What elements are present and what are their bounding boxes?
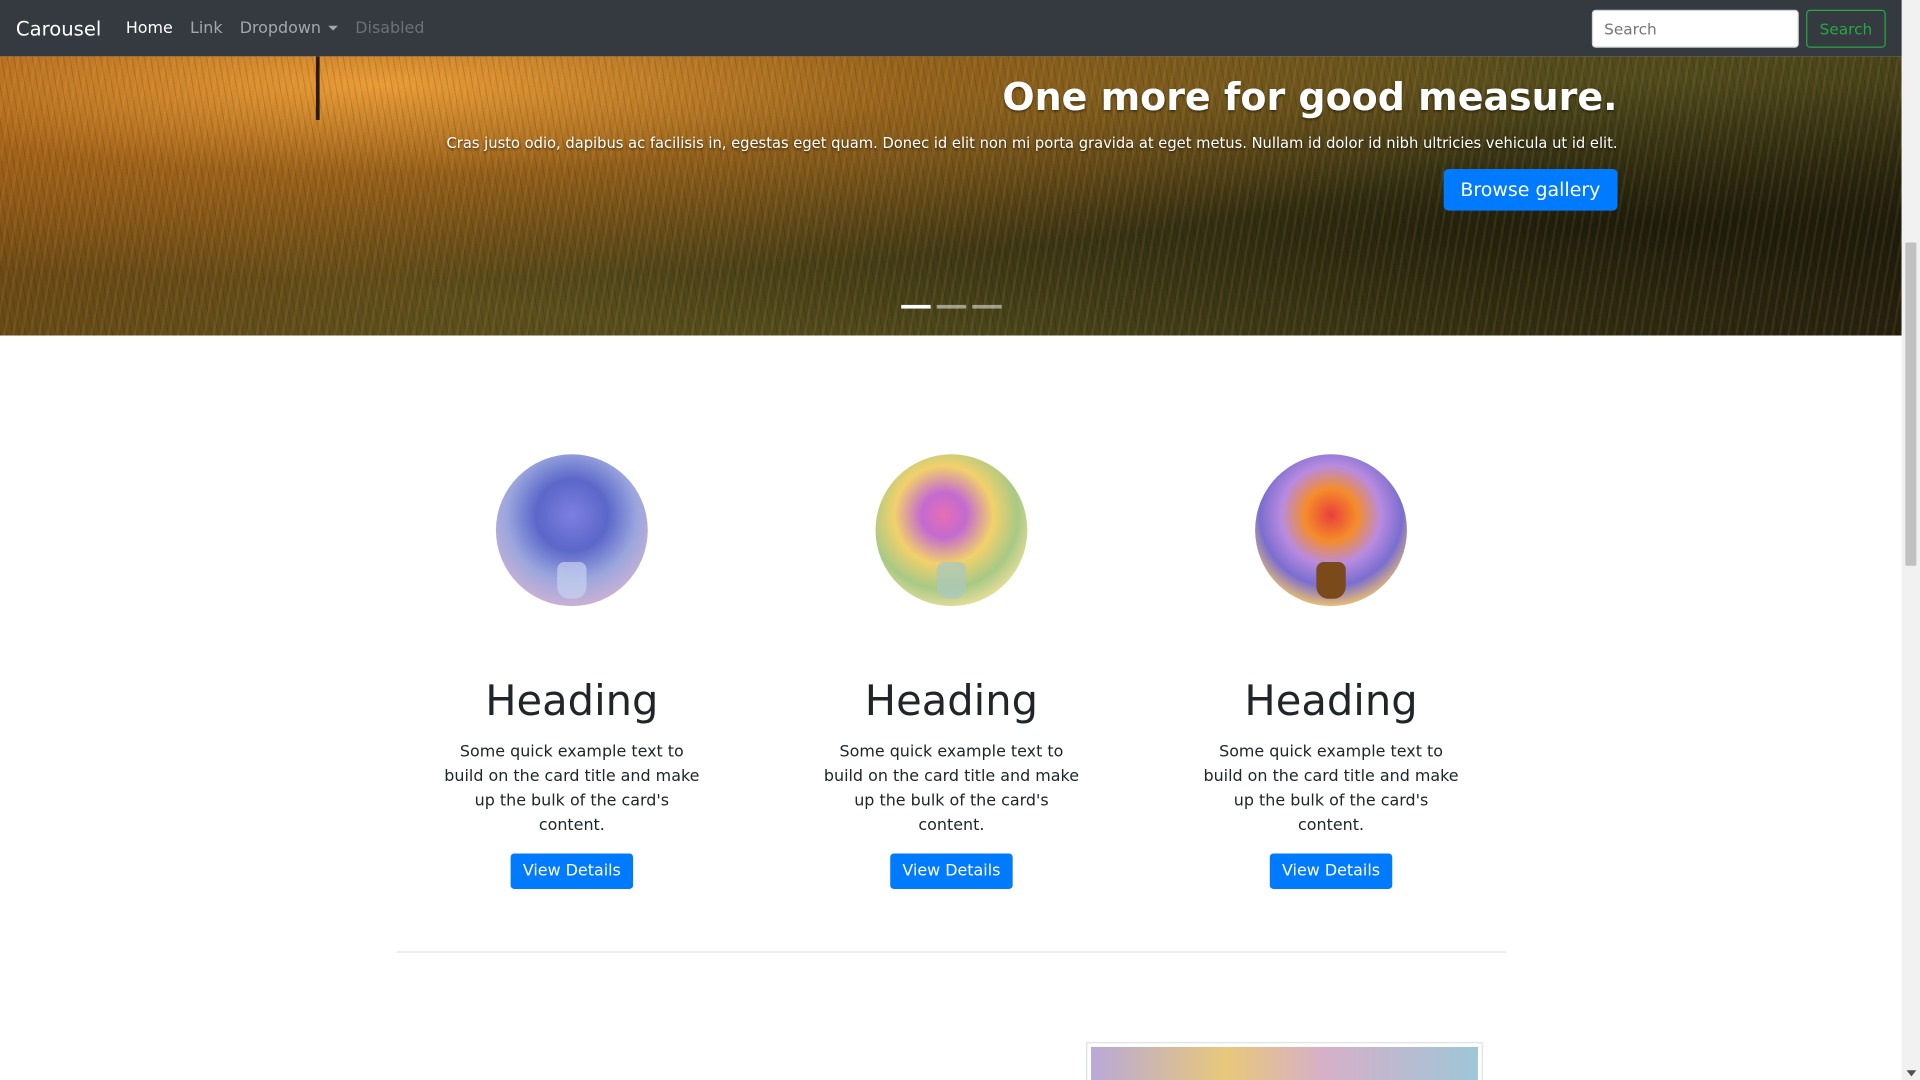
marketing-columns: Heading Some quick example text to build…	[382, 454, 1521, 889]
featurette-divider	[396, 951, 1507, 953]
vase-shape	[1316, 562, 1346, 599]
view-details-button[interactable]: View Details	[890, 853, 1013, 889]
carousel-indicator-3[interactable]	[972, 304, 1002, 309]
vase-shape	[936, 562, 967, 599]
flower-image	[875, 454, 1028, 607]
flower-image	[495, 454, 648, 607]
carousel-text: Cras justo odio, dapibus ac facilisis in…	[446, 134, 1618, 152]
column-text: Some quick example text to build on the …	[1203, 743, 1459, 836]
scroll-down-arrow-icon[interactable]	[1906, 1070, 1917, 1077]
painting-image	[1091, 1046, 1478, 1080]
nav-dropdown-label: Dropdown	[239, 18, 321, 38]
navbar: Carousel Home Link Dropdown Disabled Sea…	[0, 0, 1902, 57]
vase-shape	[557, 562, 587, 599]
search-form: Search	[1591, 9, 1886, 48]
browse-gallery-button[interactable]: Browse gallery	[1443, 168, 1618, 211]
page: Carousel Home Link Dropdown Disabled Sea…	[0, 0, 1920, 1080]
scrollbar-thumb[interactable]	[1905, 242, 1917, 566]
flower-image	[1255, 454, 1407, 607]
carousel: One more for good measure. Cras justo od…	[0, 56, 1902, 336]
column-heading: Heading	[485, 677, 659, 727]
nav-link-link[interactable]: Link	[190, 19, 223, 37]
carousel-caption: One more for good measure. Cras justo od…	[442, 76, 1618, 211]
carousel-indicator-1[interactable]	[901, 304, 931, 309]
navbar-brand[interactable]: Carousel	[16, 17, 101, 40]
carousel-indicator-2[interactable]	[936, 304, 967, 309]
nav-dropdown[interactable]: Dropdown	[239, 18, 339, 38]
column-heading: Heading	[864, 677, 1039, 727]
featurette-image	[1086, 1042, 1483, 1080]
column-text: Some quick example text to build on the …	[444, 743, 700, 836]
column-heading: Heading	[1244, 677, 1418, 727]
marketing-column: Heading Some quick example text to build…	[1141, 454, 1521, 889]
search-input[interactable]	[1591, 9, 1799, 48]
carousel-indicators	[901, 304, 1002, 309]
marketing-column: Heading Some quick example text to build…	[382, 454, 762, 889]
search-button[interactable]: Search	[1806, 9, 1886, 48]
carousel-heading: One more for good measure.	[1002, 75, 1618, 121]
tree-silhouette	[315, 56, 320, 121]
nav-link-home[interactable]: Home	[126, 19, 173, 37]
scrollbar[interactable]	[1901, 0, 1920, 1080]
caret-down-icon	[328, 25, 339, 31]
view-details-button[interactable]: View Details	[1269, 853, 1393, 889]
nav-link-disabled: Disabled	[355, 18, 425, 38]
column-text: Some quick example text to build on the …	[823, 743, 1079, 836]
marketing-column: Heading Some quick example text to build…	[762, 454, 1142, 889]
view-details-button[interactable]: View Details	[510, 853, 634, 889]
